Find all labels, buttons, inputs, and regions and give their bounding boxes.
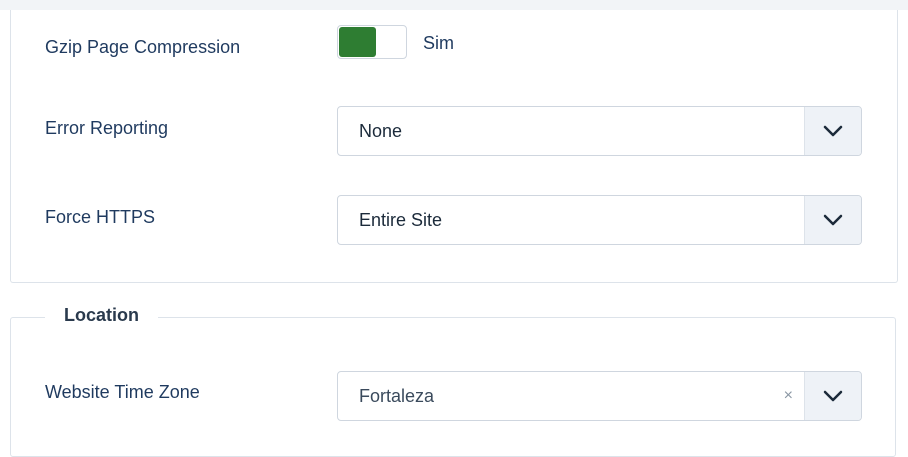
force-https-select[interactable]: Entire Site bbox=[337, 195, 862, 245]
dropdown-button[interactable] bbox=[804, 107, 861, 155]
dropdown-button[interactable] bbox=[804, 372, 861, 420]
chevron-down-icon bbox=[823, 390, 843, 402]
gzip-label: Gzip Page Compression bbox=[45, 37, 241, 57]
error-reporting-value: None bbox=[359, 121, 403, 141]
location-legend: Location bbox=[45, 305, 158, 326]
chevron-down-icon bbox=[823, 214, 843, 226]
timezone-select[interactable]: Fortaleza × bbox=[337, 371, 862, 421]
gzip-toggle[interactable] bbox=[337, 25, 407, 59]
gzip-toggle-state: Sim bbox=[423, 33, 454, 53]
error-reporting-select[interactable]: None bbox=[337, 106, 862, 156]
close-icon[interactable]: × bbox=[784, 387, 793, 405]
timezone-value: Fortaleza bbox=[359, 386, 435, 406]
timezone-label: Website Time Zone bbox=[45, 382, 200, 402]
dropdown-button[interactable] bbox=[804, 196, 861, 244]
top-strip bbox=[0, 0, 908, 10]
error-reporting-label: Error Reporting bbox=[45, 118, 169, 138]
toggle-knob bbox=[339, 27, 376, 57]
force-https-value: Entire Site bbox=[359, 210, 443, 230]
force-https-label: Force HTTPS bbox=[45, 207, 156, 227]
chevron-down-icon bbox=[823, 125, 843, 137]
